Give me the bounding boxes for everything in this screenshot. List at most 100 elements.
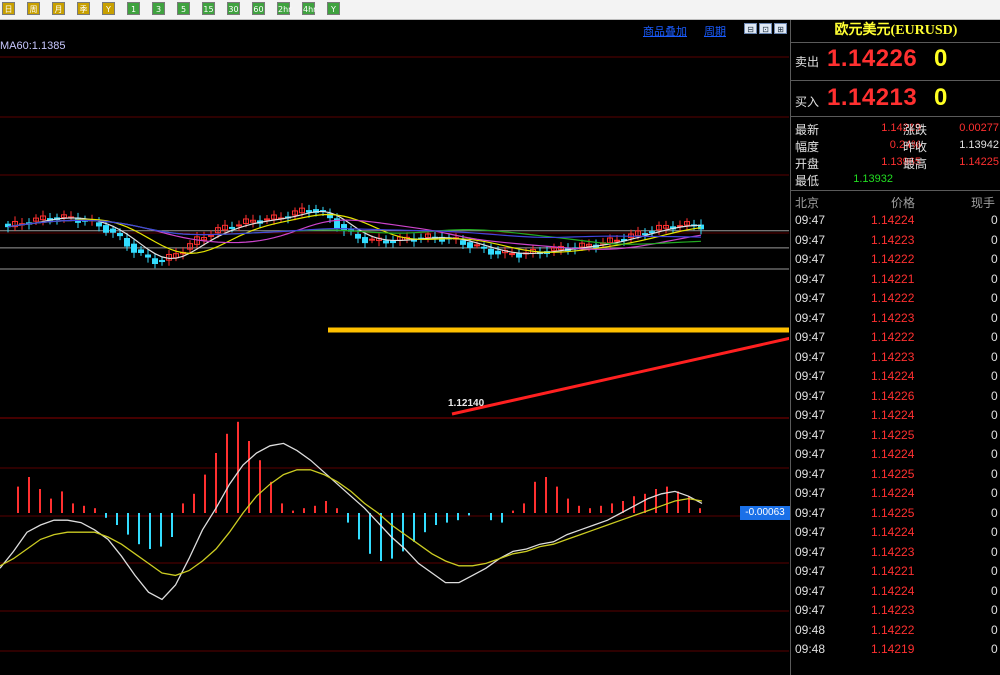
tick-price: 1.14225 [871,505,915,520]
candle-body [110,228,116,233]
candle-body [103,225,109,233]
candle-body [516,253,522,258]
candle-body [96,222,102,227]
period-link[interactable]: 周期 [704,23,726,39]
stat-value: 1.13942 [959,139,999,151]
stat-label: 幅度 [795,140,820,154]
tick-volume: 0 [991,291,998,305]
tick-price: 1.14222 [871,291,915,305]
candle-body [460,240,466,245]
stat-value: 1.13932 [853,173,893,185]
tick-price: 1.14221 [871,271,915,286]
tick-price: 1.14226 [871,388,915,403]
candle-body [341,224,347,231]
tick-volume: 0 [991,447,998,461]
shrink-icon[interactable]: ⊟ [744,23,757,34]
tick-time: 09:47 [795,427,826,442]
tick-volume: 0 [991,583,998,598]
tick-price: 1.14222 [871,330,915,344]
candle-body [208,234,214,237]
tick-price: 1.14219 [871,642,915,656]
stat-value: 0.00277 [959,122,999,134]
stat-label: 涨跌 [903,123,928,137]
sell-label: 卖出 [795,55,820,69]
tick-volume: 0 [991,525,998,539]
tick-volume: 0 [991,564,998,578]
macd-dea-line [0,469,703,577]
tick-time: 09:47 [795,291,826,305]
candle-body [229,226,235,229]
tick-volume: 0 [991,544,998,559]
tick-price: 1.14224 [871,408,915,422]
price-chart-svg [0,56,789,652]
tick-price: 1.14223 [871,310,915,325]
candle-body [495,250,501,255]
tick-time: 09:47 [795,330,826,344]
tick-price: 1.14224 [871,486,915,500]
overlay-link[interactable]: 商品叠加 [643,23,687,39]
candle-body [369,238,375,241]
tick-time: 09:47 [795,583,826,598]
tick-volume: 0 [991,271,998,286]
divider [791,80,1000,81]
quote-panel: 欧元美元(EURUSD) 卖出 1.14226 0 买入 1.14213 0 最… [790,20,1000,675]
tick-volume: 0 [991,310,998,325]
tick-time: 09:47 [795,232,826,247]
tick-volume: 0 [991,349,998,364]
tick-price: 1.14225 [871,466,915,481]
tick-volume: 0 [991,213,998,227]
candle-body [124,237,130,247]
low-price-label: 1.12140 [448,398,485,409]
candle-body [642,233,648,236]
tick-price: 1.14223 [871,544,915,559]
buy-label: 买入 [795,95,820,109]
expand-icon[interactable]: ⊞ [774,23,787,34]
tick-price: 1.14225 [871,427,915,442]
tick-time: 09:47 [795,486,826,500]
tick-time: 09:47 [795,369,826,383]
tick-price: 1.14221 [871,564,915,578]
candle-body [474,244,480,247]
support-arrow-line [451,336,789,416]
candle-body [152,258,158,265]
tick-price: 1.14224 [871,583,915,598]
tick-time: 09:47 [795,564,826,578]
tick-volume: 0 [991,603,998,617]
tick-volume: 0 [991,427,998,442]
tick-time: 09:47 [795,466,826,481]
tick-time: 09:47 [795,271,826,286]
tick-price: 1.14224 [871,369,915,383]
tick-time: 09:48 [795,622,826,637]
ma60-label: MA60:1.1385 [0,40,66,52]
candle-body [306,210,312,213]
stat-label: 最新 [795,123,820,137]
sell-price: 1.14226 [827,45,918,72]
candle-body [481,246,487,249]
tick-price: 1.14222 [871,622,915,637]
tick-price: 1.14223 [871,603,915,617]
macd-dif-line [0,442,703,601]
stat-label: 开盘 [795,157,820,171]
tick-time: 09:47 [795,213,826,227]
tick-time: 09:47 [795,447,826,461]
tick-time: 09:47 [795,408,826,422]
divider [791,190,1000,191]
stat-label: 最高 [903,157,928,171]
tick-volume: 0 [991,466,998,481]
restore-icon[interactable]: ⊡ [759,23,772,34]
tick-time: 09:47 [795,252,826,266]
candle-body [383,240,389,244]
tick-volume: 0 [991,330,998,344]
tick-price: 1.14224 [871,525,915,539]
tick-volume: 0 [991,232,998,247]
buy-volume: 0 [934,84,948,111]
tick-time: 09:47 [795,310,826,325]
tick-time: 09:47 [795,349,826,364]
stat-label: 昨收 [903,140,928,154]
tick-time: 09:47 [795,544,826,559]
tick-volume: 0 [991,369,998,383]
tick-price: 1.14223 [871,349,915,364]
candle-body [131,243,137,253]
tick-price: 1.14223 [871,232,915,247]
candle-body [509,253,515,256]
